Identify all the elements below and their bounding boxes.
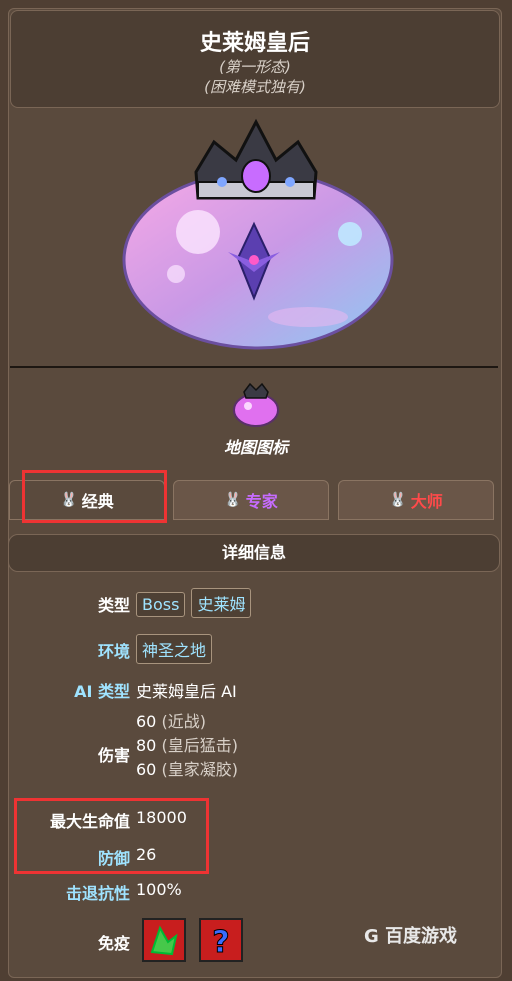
- damage-line: 80 (皇后猛击): [136, 736, 238, 755]
- env-tags: 神圣之地: [136, 634, 218, 664]
- damage-values: 60 (近战) 80 (皇后猛击) 60 (皇家凝胶): [136, 710, 238, 782]
- damage-line: 60 (近战): [136, 712, 206, 731]
- type-tags: Boss 史莱姆: [136, 588, 257, 618]
- boss-title: 史莱姆皇后: [199, 31, 310, 56]
- detail-header: 详细信息: [8, 534, 500, 572]
- mode-subtitle: (困难模式独有): [204, 78, 306, 96]
- watermark-text: 百度游戏: [385, 926, 458, 947]
- tab-expert[interactable]: 🐰 专家: [173, 480, 329, 520]
- highlight-box-tab: [22, 470, 167, 523]
- highlight-box-stats: [14, 798, 209, 874]
- type-tag-slime[interactable]: 史莱姆: [191, 588, 252, 618]
- bunny-icon: 🐰: [389, 492, 407, 508]
- watermark-logo-icon: G: [364, 926, 379, 947]
- watermark: G 百度游戏: [364, 922, 457, 948]
- map-icon: [233, 382, 279, 427]
- tab-master-label: 大师: [410, 492, 443, 511]
- title-box: 史莱姆皇后 (第一形态) (困难模式独有): [10, 10, 500, 108]
- immune-label: 免疫: [97, 934, 130, 953]
- env-label: 环境: [97, 642, 130, 661]
- svg-text:?: ?: [212, 925, 229, 960]
- tab-expert-label: 专家: [245, 492, 278, 511]
- type-tag-boss[interactable]: Boss: [136, 592, 186, 617]
- ai-value[interactable]: 史莱姆皇后 AI: [136, 678, 237, 702]
- map-icon-label: 地图图标: [223, 438, 288, 457]
- poisoned-debuff-icon[interactable]: [142, 918, 186, 962]
- queen-slime-sprite: [122, 118, 394, 350]
- immune-icons: ?: [142, 918, 251, 962]
- kb-label: 击退抗性: [65, 884, 130, 903]
- damage-line: 60 (皇家凝胶): [136, 760, 238, 779]
- divider: [10, 366, 498, 368]
- bunny-icon: 🐰: [224, 492, 242, 508]
- ai-label: AI 类型: [74, 682, 130, 701]
- tab-master[interactable]: 🐰 大师: [338, 480, 494, 520]
- type-label: 类型: [97, 596, 130, 615]
- damage-label: 伤害: [97, 746, 130, 765]
- kb-value: 100%: [136, 880, 182, 899]
- env-tag-hallow[interactable]: 神圣之地: [136, 634, 213, 664]
- unknown-debuff-icon[interactable]: ?: [199, 918, 244, 962]
- phase-subtitle: (第一形态): [219, 58, 291, 76]
